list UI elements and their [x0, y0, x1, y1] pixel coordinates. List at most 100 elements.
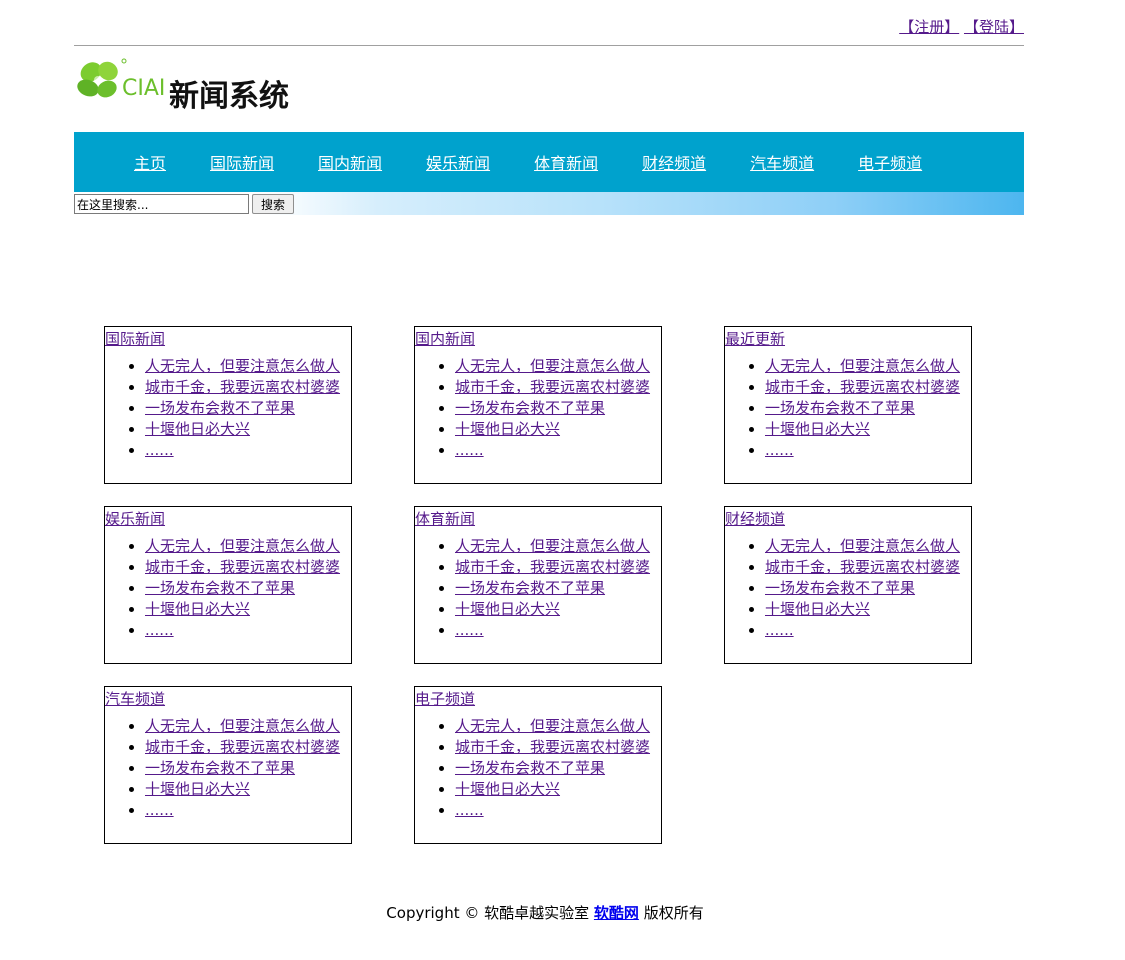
- news-link[interactable]: 人无完人，但要注意怎么做人: [455, 537, 650, 555]
- news-link[interactable]: 人无完人，但要注意怎么做人: [455, 717, 650, 735]
- section-title[interactable]: 娱乐新闻: [105, 508, 351, 530]
- header-divider: [74, 45, 1024, 46]
- section-title[interactable]: 电子频道: [415, 688, 661, 710]
- news-list: 人无完人，但要注意怎么做人 城市千金，我要远离农村婆婆 一场发布会救不了苹果 十…: [105, 716, 351, 821]
- news-link[interactable]: 城市千金，我要远离农村婆婆: [455, 378, 650, 396]
- nav-item-home[interactable]: 主页: [134, 154, 166, 173]
- news-link[interactable]: 城市千金，我要远离农村婆婆: [765, 558, 960, 576]
- list-item: 城市千金，我要远离农村婆婆: [145, 377, 351, 398]
- news-link[interactable]: 人无完人，但要注意怎么做人: [145, 537, 340, 555]
- list-item: 一场发布会救不了苹果: [455, 398, 661, 419]
- news-link[interactable]: 人无完人，但要注意怎么做人: [145, 717, 340, 735]
- list-item: 十堰他日必大兴: [145, 779, 351, 800]
- news-link[interactable]: 一场发布会救不了苹果: [765, 579, 915, 597]
- section-title[interactable]: 汽车频道: [105, 688, 351, 710]
- footer-link[interactable]: 软酷网: [594, 904, 639, 922]
- page: 【注册】 【登陆】 CIAI 新闻系统 主页 国际新闻 国内新闻 娱乐新闻 体育: [0, 0, 1125, 960]
- more-link[interactable]: ......: [145, 801, 174, 819]
- section-title[interactable]: 国际新闻: [105, 328, 351, 350]
- section-title[interactable]: 国内新闻: [415, 328, 661, 350]
- nav-item-electronics[interactable]: 电子频道: [858, 154, 922, 173]
- news-link[interactable]: 一场发布会救不了苹果: [145, 759, 295, 777]
- news-link[interactable]: 十堰他日必大兴: [765, 600, 870, 618]
- list-item: 十堰他日必大兴: [765, 599, 971, 620]
- footer-rights: 版权所有: [638, 904, 704, 922]
- news-link[interactable]: 十堰他日必大兴: [765, 420, 870, 438]
- more-link[interactable]: ......: [455, 621, 484, 639]
- news-link[interactable]: 人无完人，但要注意怎么做人: [765, 357, 960, 375]
- news-link[interactable]: 城市千金，我要远离农村婆婆: [455, 738, 650, 756]
- section-title[interactable]: 体育新闻: [415, 508, 661, 530]
- list-item: 人无完人，但要注意怎么做人: [765, 356, 971, 377]
- login-link[interactable]: 【登陆】: [964, 18, 1024, 36]
- news-link[interactable]: 一场发布会救不了苹果: [145, 579, 295, 597]
- more-link[interactable]: ......: [145, 621, 174, 639]
- list-item: ......: [145, 800, 351, 821]
- footer: Copyright © 软酷卓越实验室 软酷网 版权所有: [0, 903, 1090, 923]
- news-link[interactable]: 一场发布会救不了苹果: [765, 399, 915, 417]
- list-item: ......: [145, 440, 351, 461]
- news-link[interactable]: 人无完人，但要注意怎么做人: [455, 357, 650, 375]
- news-section-electronics: 电子频道 人无完人，但要注意怎么做人 城市千金，我要远离农村婆婆 一场发布会救不…: [414, 686, 662, 844]
- more-link[interactable]: ......: [455, 441, 484, 459]
- nav-item-sports[interactable]: 体育新闻: [534, 154, 598, 173]
- list-item: 城市千金，我要远离农村婆婆: [145, 557, 351, 578]
- search-bar: 搜索: [74, 192, 1024, 215]
- register-link[interactable]: 【注册】: [899, 18, 959, 36]
- news-list: 人无完人，但要注意怎么做人 城市千金，我要远离农村婆婆 一场发布会救不了苹果 十…: [105, 356, 351, 461]
- list-item: 一场发布会救不了苹果: [765, 578, 971, 599]
- list-item: ......: [765, 440, 971, 461]
- list-item: 人无完人，但要注意怎么做人: [145, 356, 351, 377]
- news-link[interactable]: 城市千金，我要远离农村婆婆: [765, 378, 960, 396]
- list-item: 十堰他日必大兴: [145, 419, 351, 440]
- more-link[interactable]: ......: [145, 441, 174, 459]
- news-link[interactable]: 一场发布会救不了苹果: [145, 399, 295, 417]
- news-link[interactable]: 一场发布会救不了苹果: [455, 759, 605, 777]
- list-item: 十堰他日必大兴: [765, 419, 971, 440]
- news-section-latest: 最近更新 人无完人，但要注意怎么做人 城市千金，我要远离农村婆婆 一场发布会救不…: [724, 326, 972, 484]
- list-item: ......: [765, 620, 971, 641]
- list-item: 十堰他日必大兴: [455, 419, 661, 440]
- list-item: 人无完人，但要注意怎么做人: [145, 536, 351, 557]
- nav-item-entertainment[interactable]: 娱乐新闻: [426, 154, 490, 173]
- news-link[interactable]: 城市千金，我要远离农村婆婆: [145, 558, 340, 576]
- nav-item-international[interactable]: 国际新闻: [210, 154, 274, 173]
- news-link[interactable]: 十堰他日必大兴: [455, 600, 560, 618]
- news-link[interactable]: 城市千金，我要远离农村婆婆: [145, 738, 340, 756]
- nav-item-finance[interactable]: 财经频道: [642, 154, 706, 173]
- search-input[interactable]: [74, 194, 249, 214]
- news-link[interactable]: 十堰他日必大兴: [455, 420, 560, 438]
- more-link[interactable]: ......: [455, 801, 484, 819]
- news-link[interactable]: 人无完人，但要注意怎么做人: [145, 357, 340, 375]
- news-link[interactable]: 城市千金，我要远离农村婆婆: [145, 378, 340, 396]
- more-link[interactable]: ......: [765, 621, 794, 639]
- news-list: 人无完人，但要注意怎么做人 城市千金，我要远离农村婆婆 一场发布会救不了苹果 十…: [415, 536, 661, 641]
- news-link[interactable]: 十堰他日必大兴: [145, 600, 250, 618]
- section-title[interactable]: 最近更新: [725, 328, 971, 350]
- news-link[interactable]: 一场发布会救不了苹果: [455, 579, 605, 597]
- news-link[interactable]: 城市千金，我要远离农村婆婆: [455, 558, 650, 576]
- news-list: 人无完人，但要注意怎么做人 城市千金，我要远离农村婆婆 一场发布会救不了苹果 十…: [415, 716, 661, 821]
- section-title[interactable]: 财经频道: [725, 508, 971, 530]
- news-link[interactable]: 人无完人，但要注意怎么做人: [765, 537, 960, 555]
- news-link[interactable]: 十堰他日必大兴: [145, 420, 250, 438]
- nav-item-auto[interactable]: 汽车频道: [750, 154, 814, 173]
- news-section-entertainment: 娱乐新闻 人无完人，但要注意怎么做人 城市千金，我要远离农村婆婆 一场发布会救不…: [104, 506, 352, 664]
- news-link[interactable]: 十堰他日必大兴: [455, 780, 560, 798]
- more-link[interactable]: ......: [765, 441, 794, 459]
- news-list: 人无完人，但要注意怎么做人 城市千金，我要远离农村婆婆 一场发布会救不了苹果 十…: [105, 536, 351, 641]
- list-item: 一场发布会救不了苹果: [765, 398, 971, 419]
- list-item: 城市千金，我要远离农村婆婆: [455, 737, 661, 758]
- list-item: 城市千金，我要远离农村婆婆: [455, 557, 661, 578]
- list-item: 一场发布会救不了苹果: [145, 398, 351, 419]
- news-link[interactable]: 十堰他日必大兴: [145, 780, 250, 798]
- list-item: 人无完人，但要注意怎么做人: [455, 536, 661, 557]
- list-item: 人无完人，但要注意怎么做人: [455, 356, 661, 377]
- list-item: 城市千金，我要远离农村婆婆: [145, 737, 351, 758]
- list-item: 城市千金，我要远离农村婆婆: [765, 557, 971, 578]
- news-link[interactable]: 一场发布会救不了苹果: [455, 399, 605, 417]
- list-item: 十堰他日必大兴: [455, 599, 661, 620]
- list-item: 一场发布会救不了苹果: [455, 578, 661, 599]
- search-button[interactable]: 搜索: [252, 194, 294, 214]
- nav-item-domestic[interactable]: 国内新闻: [318, 154, 382, 173]
